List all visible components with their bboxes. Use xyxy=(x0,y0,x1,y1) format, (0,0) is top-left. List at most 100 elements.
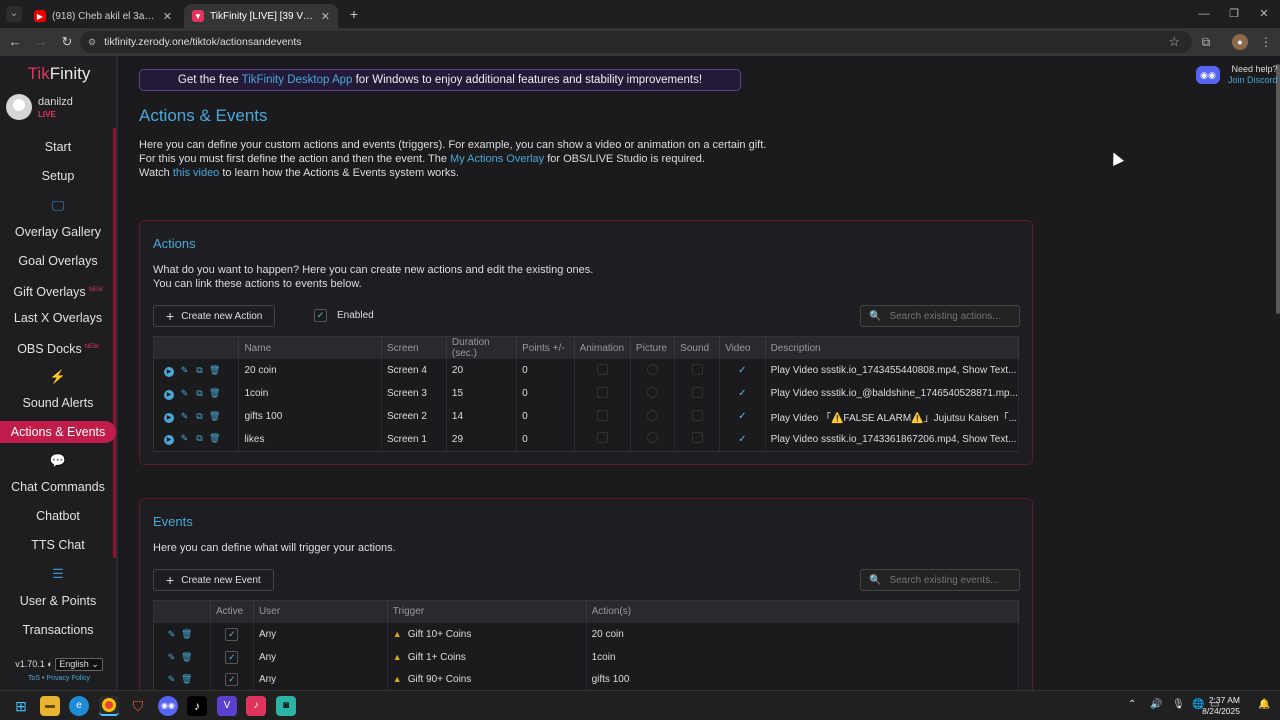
sidebar-item-setup[interactable]: Setup xyxy=(0,165,116,187)
minimize-icon[interactable]: — xyxy=(1194,6,1214,22)
active-checkbox[interactable]: ✓ xyxy=(225,650,239,664)
chrome-icon[interactable] xyxy=(99,696,119,716)
close-window-icon[interactable]: ✕ xyxy=(1254,6,1274,22)
profile-avatar-icon[interactable]: ● xyxy=(1232,34,1248,50)
edge-icon[interactable]: e xyxy=(69,696,89,716)
copy-icon[interactable]: ⧉ xyxy=(194,388,205,399)
edit-icon[interactable]: ✎ xyxy=(179,388,190,399)
sidebar-item-chat-commands[interactable]: Chat Commands xyxy=(0,476,116,498)
reload-icon[interactable]: ↻ xyxy=(55,30,79,54)
sidebar-item-tts-chat[interactable]: TTS Chat xyxy=(0,534,116,556)
browser-tab-youtube[interactable]: ▶ (918) Cheb akil el 3achk mamn ✕ xyxy=(26,4,180,28)
desktop-app-banner[interactable]: Get the free TikFinity Desktop App for W… xyxy=(139,69,741,91)
sidebar-item-sound-alerts[interactable]: Sound Alerts xyxy=(0,392,116,414)
play-icon[interactable]: ▶ xyxy=(164,435,174,446)
sidebar-item-goal-overlays[interactable]: Goal Overlays xyxy=(0,250,116,272)
sidebar-item-user-points[interactable]: User & Points xyxy=(0,590,116,612)
copy-icon[interactable]: ⧉ xyxy=(194,365,205,376)
active-checkbox[interactable]: ✓ xyxy=(225,627,239,641)
user-profile[interactable]: danilzd LIVE xyxy=(6,94,73,120)
forward-icon[interactable]: → xyxy=(29,30,53,54)
table-row[interactable]: ▶ ✎ ⧉ 🗑 likes Screen 1 29 0 ✓ Play Video ss… xyxy=(153,428,1020,451)
theme-toggle-icon[interactable]: ◐ xyxy=(47,659,52,669)
actions-search-input[interactable]: 🔍 Search existing actions... xyxy=(860,305,1020,327)
file-explorer-icon[interactable]: ▬ xyxy=(40,696,60,716)
sidebar-item-chatbot[interactable]: Chatbot xyxy=(0,505,116,527)
delete-icon[interactable]: 🗑 xyxy=(209,411,220,422)
sidebar-item-actions-events[interactable]: Actions & Events xyxy=(0,421,116,443)
edit-icon[interactable]: ✎ xyxy=(179,365,190,376)
my-actions-overlay-link[interactable]: My Actions Overlay xyxy=(450,153,544,165)
sidebar-item-overlay-gallery[interactable]: Overlay Gallery xyxy=(0,221,116,243)
copy-icon[interactable]: ⧉ xyxy=(194,433,205,444)
edit-icon[interactable]: ✎ xyxy=(179,411,190,422)
tos-link[interactable]: ToS xyxy=(28,675,40,682)
sidebar-item-last-x-overlays[interactable]: Last X Overlays xyxy=(0,307,116,329)
edit-icon[interactable]: ✎ xyxy=(166,629,177,640)
vegas-icon[interactable]: V xyxy=(217,696,237,716)
sidebar-item-start[interactable]: Start xyxy=(0,136,116,158)
microphone-icon[interactable]: 🎙 xyxy=(1172,699,1185,710)
speaker-icon[interactable]: 🔊 xyxy=(1150,699,1162,710)
delete-icon[interactable]: 🗑 xyxy=(181,674,192,685)
edit-icon[interactable]: ✎ xyxy=(179,433,190,444)
this-video-link[interactable]: this video xyxy=(173,167,219,179)
play-icon[interactable]: ▶ xyxy=(164,412,174,423)
events-search-input[interactable]: 🔍 Search existing events... xyxy=(860,569,1020,591)
play-icon[interactable]: ▶ xyxy=(164,366,174,377)
edit-icon[interactable]: ✎ xyxy=(166,652,177,663)
sidebar-item-obs-docks[interactable]: OBS Docks NEW xyxy=(0,336,116,358)
table-row[interactable]: ✎ 🗑 ✓ Any ▲ Gift 1+ Coins 1coin xyxy=(153,645,1020,669)
discord-taskbar-icon[interactable]: ◉◉ xyxy=(158,696,178,716)
new-tab-icon[interactable]: + xyxy=(346,6,362,22)
delete-icon[interactable]: 🗑 xyxy=(209,365,220,376)
enabled-checkbox[interactable]: ✓ xyxy=(314,309,327,322)
tray-overflow-icon[interactable]: ⌃ xyxy=(1128,699,1136,710)
table-row[interactable]: ▶ ✎ ⧉ 🗑 gifts 100 Screen 2 14 0 ✓ Play Vide… xyxy=(153,405,1020,428)
tab-search-dropdown-icon[interactable]: ⌄ xyxy=(6,6,22,22)
bookmark-star-icon[interactable]: ☆ xyxy=(1168,34,1180,50)
address-bar[interactable]: ⚙ tikfinity.zerody.one/tiktok/actionsand… xyxy=(80,31,1192,53)
windows-start-icon[interactable]: ⊞ xyxy=(11,696,31,716)
delete-icon[interactable]: 🗑 xyxy=(181,652,192,663)
close-tab-icon[interactable]: ✕ xyxy=(163,10,172,23)
system-clock[interactable]: 2:37 AM 8/24/2025 xyxy=(1202,695,1240,717)
back-icon[interactable]: ← xyxy=(3,30,27,54)
app-icon[interactable]: ◙ xyxy=(276,696,296,716)
close-tab-icon[interactable]: ✕ xyxy=(321,10,330,23)
tikfinity-logo[interactable]: TikFinity xyxy=(0,64,118,84)
active-checkbox[interactable]: ✓ xyxy=(225,673,239,687)
join-discord-link[interactable]: Join Discord xyxy=(1228,75,1278,86)
create-action-button[interactable]: + Create new Action xyxy=(153,305,276,327)
page-scrollbar[interactable] xyxy=(1276,64,1280,314)
enabled-toggle[interactable]: ✓ Enabled xyxy=(314,309,374,322)
table-row[interactable]: ▶ ✎ ⧉ 🗑 20 coin Screen 4 20 0 ✓ Play Video … xyxy=(153,359,1020,382)
edit-icon[interactable]: ✎ xyxy=(166,674,177,685)
desktop-app-link[interactable]: TikFinity Desktop App xyxy=(242,74,353,86)
delete-icon[interactable]: 🗑 xyxy=(209,388,220,399)
extensions-icon[interactable]: ⧉ xyxy=(1198,34,1214,50)
copy-icon[interactable]: ⧉ xyxy=(194,411,205,422)
menu-kebab-icon[interactable]: ⋮ xyxy=(1258,34,1274,50)
sidebar-item-transactions[interactable]: Transactions xyxy=(0,619,116,641)
delete-icon[interactable]: 🗑 xyxy=(181,629,192,640)
table-row[interactable]: ✎ 🗑 ✓ Any ▲ Gift 90+ Coins gifts 100 xyxy=(153,668,1020,690)
column-header: Video xyxy=(719,336,766,359)
tiktok-live-studio-icon[interactable]: ♪ xyxy=(246,696,266,716)
discord-icon[interactable]: ◉◉ xyxy=(1196,66,1220,84)
notification-bell-icon[interactable]: 🔔 xyxy=(1258,699,1270,710)
browser-tab-tikfinity[interactable]: ▼ TikFinity [LIVE] [39 Viewers] ✕ xyxy=(184,4,338,28)
language-select[interactable]: English ⌄ xyxy=(55,658,103,671)
site-info-icon[interactable]: ⚙ xyxy=(88,37,96,48)
table-row[interactable]: ▶ ✎ ⧉ 🗑 1coin Screen 3 15 0 ✓ Play Video ss… xyxy=(153,382,1020,405)
restore-icon[interactable]: ❐ xyxy=(1224,6,1244,22)
discord-help[interactable]: ◉◉ Need help? Join Discord xyxy=(1196,64,1278,86)
sidebar-item-gift-overlays[interactable]: Gift Overlays NEW xyxy=(0,279,116,301)
delete-icon[interactable]: 🗑 xyxy=(209,433,220,444)
tiktok-icon[interactable]: ♪ xyxy=(187,696,207,716)
brave-icon[interactable]: ⛉ xyxy=(128,696,148,716)
table-row[interactable]: ✎ 🗑 ✓ Any ▲ Gift 10+ Coins 20 coin xyxy=(153,622,1020,646)
play-icon[interactable]: ▶ xyxy=(164,389,174,400)
privacy-link[interactable]: Privacy Policy xyxy=(46,675,90,682)
create-event-button[interactable]: + Create new Event xyxy=(153,569,274,591)
